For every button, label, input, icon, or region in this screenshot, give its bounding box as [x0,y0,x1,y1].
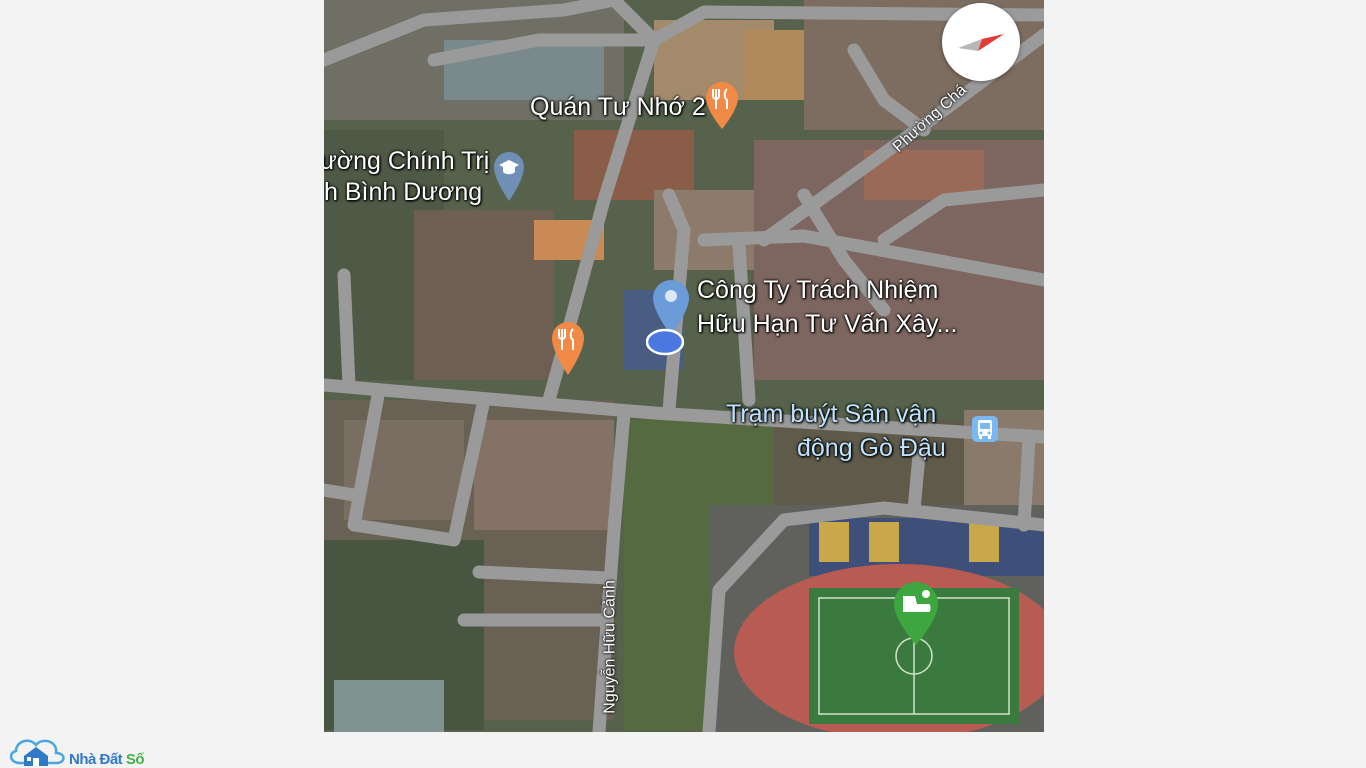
brand-name-part2: Số [125,751,145,768]
compass-button[interactable] [942,3,1020,81]
brand-logo[interactable]: Nhà Đất Số [6,733,166,768]
school-icon[interactable] [492,150,526,207]
bus-stop-label-line1[interactable]: Trạm buýt Sân vận [726,399,936,430]
school-label-line2[interactable]: h Bình Dương [324,177,482,208]
stadium-icon[interactable] [892,580,940,651]
street-label-nguyen-huu-canh: Nguyễn Hữu Cảnh [601,580,619,714]
brand-name-part1: Nhà Đất [69,751,126,768]
company-label-line2[interactable]: Hữu Hạn Tư Vấn Xây... [697,309,957,340]
restaurant-label[interactable]: Quán Tư Nhớ 2 [530,92,706,123]
satellite-map[interactable]: Quán Tư Nhớ 2 ường Chính Trị h Bình Dươn… [324,0,1044,732]
brand-name: Nhà Đất Số [69,751,145,768]
school-label-line1[interactable]: ường Chính Trị [324,146,489,177]
restaurant-icon[interactable] [704,80,740,135]
house-cloud-icon [9,739,65,766]
bus-icon[interactable] [972,416,998,447]
company-label-line1[interactable]: Công Ty Trách Nhiệm [697,275,938,306]
compass-icon [958,34,1004,51]
restaurant-icon[interactable] [550,318,586,381]
current-location-dot-icon [645,328,685,361]
bus-stop-label-line2[interactable]: động Gò Đậu [797,433,946,464]
